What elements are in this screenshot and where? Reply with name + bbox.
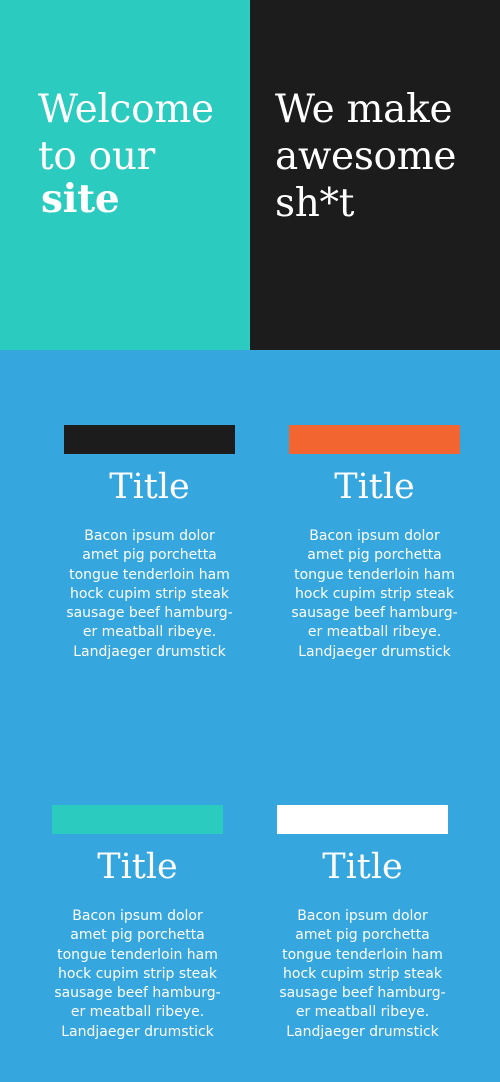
card-body-line: er meatball ribeye. [82,624,217,641]
card-body-line: Bacon ipsum dolor [309,528,440,544]
card-body-line: er meatball ribeye. [70,1004,205,1021]
tagline-heading: We make awesome sh*t [275,86,456,227]
card-body-line: amet pig porchetta [307,547,442,564]
card-body: Bacon ipsum dolor amet pig porchetta ton… [283,527,466,662]
card-body-line: tongue tenderloin ham [57,946,218,963]
card-body-line: Landjaeger drumstick [61,1023,214,1040]
card-body-line: Bacon ipsum dolor [72,908,203,924]
card-body-line: Landjaeger drumstick [73,643,226,660]
card-body-line: tongue tenderloin ham [294,566,455,583]
card-body-line: sausage beef hamburg- [66,605,233,622]
card-color-bar [64,425,235,454]
tagline-heading-line: We make [275,87,453,132]
card-body-line: er meatball ribeye. [295,1004,430,1021]
card-body-line: amet pig porchetta [82,547,217,564]
card-body-line: sausage beef hamburg- [291,605,458,622]
card-body-line: Bacon ipsum dolor [297,908,428,924]
tagline-heading-line: sh*t [275,181,355,226]
welcome-heading-line: to our [38,134,155,179]
card-body-line: Bacon ipsum dolor [84,528,215,544]
hero-section: Welcome to our site We make awesome sh*t [0,0,500,350]
card-title: Title [109,467,190,507]
card-title: Title [322,847,403,887]
card-body-line: amet pig porchetta [295,927,430,944]
card-body-line: er meatball ribeye. [307,624,442,641]
card-body: Bacon ipsum dolor amet pig porchetta ton… [271,907,454,1042]
card-body-line: tongue tenderloin ham [69,566,230,583]
card-body-line: sausage beef hamburg- [279,985,446,1002]
card-body-line: Landjaeger drumstick [298,643,451,660]
card-title: Title [334,467,415,507]
card-body-line: hock cupim strip steak [295,585,454,602]
tagline-heading-line: awesome [275,134,457,179]
card-body: Bacon ipsum dolor amet pig porchetta ton… [46,907,229,1042]
card-body: Bacon ipsum dolor amet pig porchetta ton… [58,527,241,662]
card-body-line: Landjaeger drumstick [286,1023,439,1040]
card-title: Title [97,847,178,887]
hero-tagline-panel: We make awesome sh*t [250,0,500,350]
card-body-line: hock cupim strip steak [283,965,442,982]
card-body-line: tongue tenderloin ham [282,946,443,963]
hero-welcome-panel: Welcome to our site [0,0,250,350]
card-color-bar [277,805,448,834]
card-body-line: amet pig porchetta [70,927,205,944]
card-body-line: hock cupim strip steak [70,585,229,602]
welcome-heading-bold-word: site [41,176,120,222]
card-color-bar [289,425,460,454]
card-body-line: sausage beef hamburg- [54,985,221,1002]
welcome-heading-line: Welcome [38,87,214,132]
welcome-heading: Welcome to our site [38,86,214,223]
card-body-line: hock cupim strip steak [58,965,217,982]
card-color-bar [52,805,223,834]
